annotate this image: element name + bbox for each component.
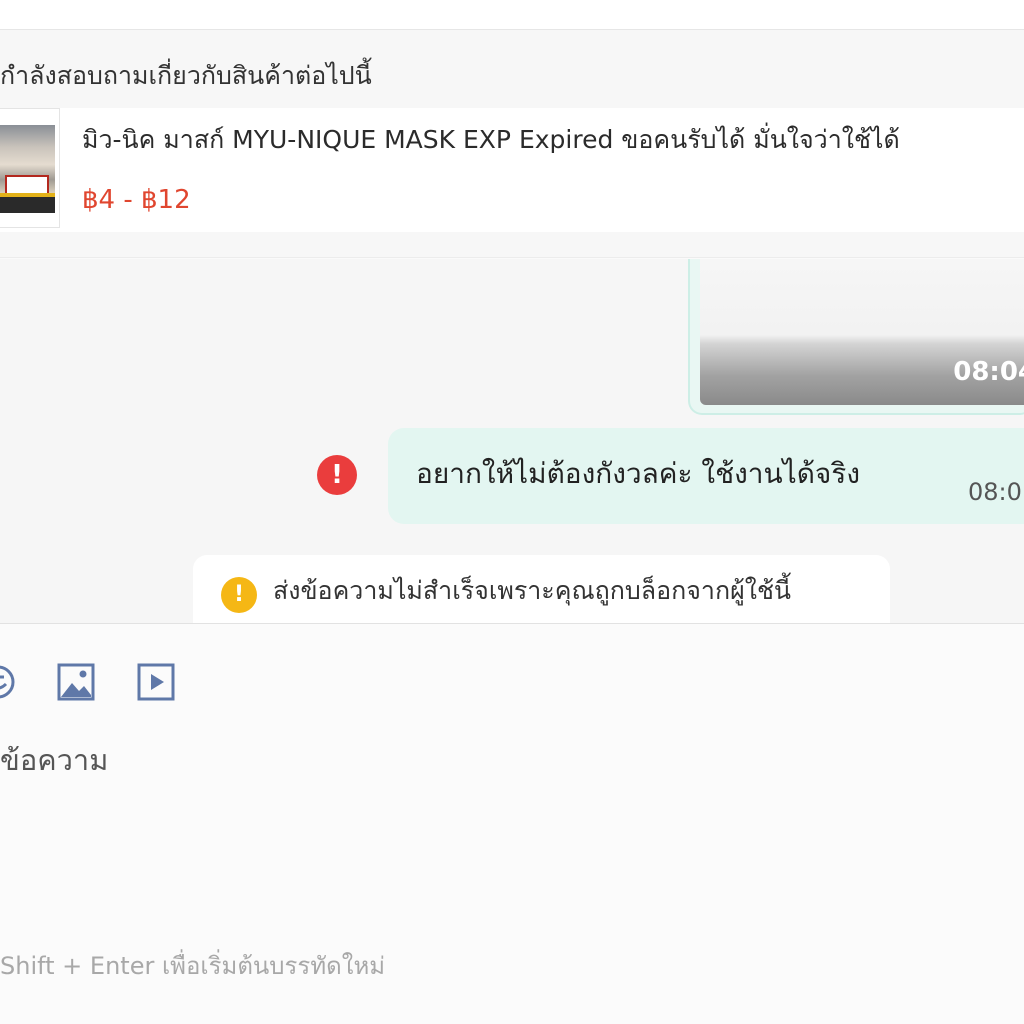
image-message-bubble[interactable]: 08:04 <box>688 259 1024 415</box>
product-price: ฿4 - ฿12 <box>82 185 191 215</box>
message-composer[interactable]: ข้อความ Shift + Enter เพื่อเริ่มต้นบรรทั… <box>0 623 1024 1024</box>
product-thumbnail[interactable] <box>0 108 60 228</box>
emoji-icon[interactable] <box>0 662 18 702</box>
blocked-notice: ! ส่งข้อความไม่สำเร็จเพราะคุณถูกบล็อกจาก… <box>193 555 890 623</box>
product-image <box>0 125 55 213</box>
message-text: อยากให้ไม่ต้องกังวลค่ะ ใช้งานได้จริง <box>416 457 861 490</box>
warning-icon: ! <box>221 577 257 613</box>
image-icon[interactable] <box>56 662 96 702</box>
message-input[interactable]: ข้อความ <box>0 740 108 780</box>
message-time: 08:0 <box>968 478 1022 506</box>
error-icon[interactable]: ! <box>317 455 357 495</box>
newline-hint: Shift + Enter เพื่อเริ่มต้นบรรทัดใหม่ <box>0 952 386 980</box>
asking-about-label: กำลังสอบถามเกี่ยวกับสินค้าต่อไปนี้ <box>0 61 372 90</box>
image-message-preview[interactable]: 08:04 <box>700 259 1024 405</box>
text-message-bubble[interactable]: อยากให้ไม่ต้องกังวลค่ะ ใช้งานได้จริง 08:… <box>388 428 1024 524</box>
product-title[interactable]: มิว-นิค มาสก์ MYU-NIQUE MASK EXP Expired… <box>82 122 900 158</box>
top-bar <box>0 0 1024 30</box>
product-card[interactable]: มิว-นิค มาสก์ MYU-NIQUE MASK EXP Expired… <box>0 108 1024 232</box>
blocked-notice-text: ส่งข้อความไม่สำเร็จเพราะคุณถูกบล็อกจากผู… <box>273 576 792 605</box>
image-message-time: 08:04 <box>953 357 1024 387</box>
video-icon[interactable] <box>136 662 176 702</box>
